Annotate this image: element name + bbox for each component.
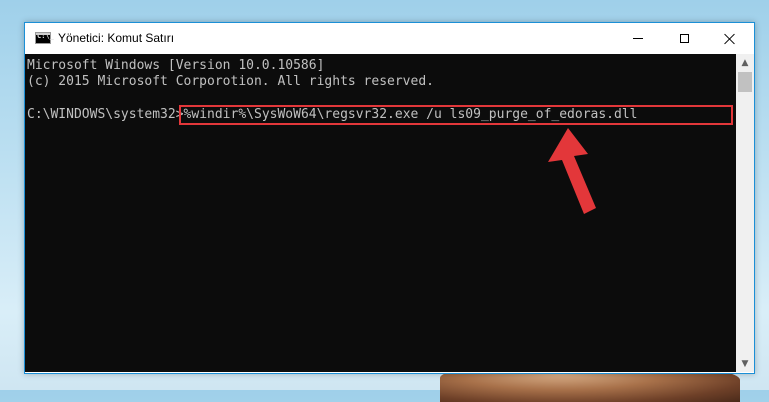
window-title: Yönetici: Komut Satırı: [58, 31, 175, 45]
chevron-down-icon[interactable]: ▼: [736, 355, 754, 372]
close-icon: [724, 33, 736, 45]
minimize-icon: [633, 38, 643, 39]
maximize-icon: [679, 34, 689, 43]
scrollbar-thumb[interactable]: [738, 72, 752, 92]
cmd-icon: [35, 32, 54, 44]
vertical-scrollbar[interactable]: ▲ ▼: [736, 54, 754, 372]
command-highlight-box: [179, 105, 733, 125]
maximize-button[interactable]: [661, 23, 707, 54]
console-line-version: Microsoft Windows [Version 10.0.10586]: [27, 58, 325, 73]
minimize-button[interactable]: [615, 23, 661, 54]
command-prompt-window[interactable]: Yönetici: Komut Satırı Microsoft Windows…: [24, 22, 755, 374]
console-output[interactable]: Microsoft Windows [Version 10.0.10586] (…: [25, 54, 736, 372]
console-prompt: C:\WINDOWS\system32>: [27, 107, 184, 122]
chevron-up-icon[interactable]: ▲: [736, 54, 754, 71]
title-bar[interactable]: Yönetici: Komut Satırı: [25, 23, 754, 54]
close-button[interactable]: [707, 23, 753, 54]
red-arrow-icon: [548, 128, 596, 214]
console-line-copyright: (c) 2015 Microsoft Corporotion. All righ…: [27, 74, 434, 89]
